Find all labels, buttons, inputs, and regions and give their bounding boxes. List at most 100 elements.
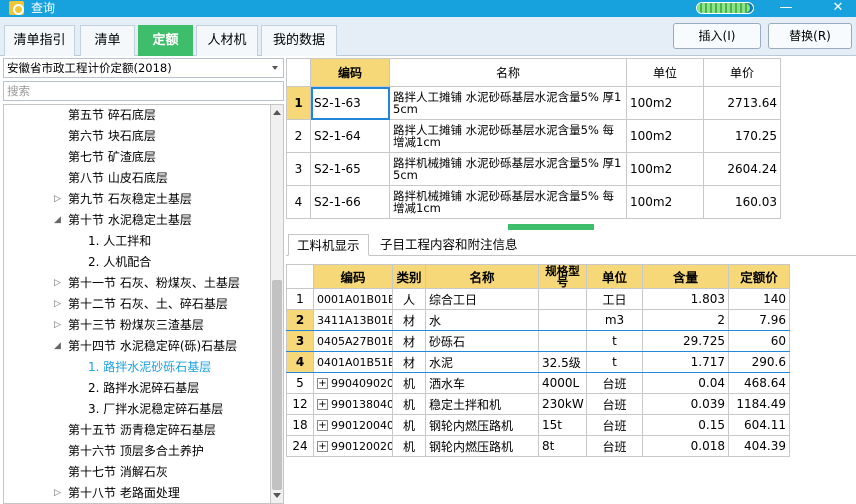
expand-arrow-icon[interactable]: ▷ [54, 315, 61, 336]
tree-item[interactable]: 第十五节 沥青稳定碎石基层 [68, 420, 216, 441]
material-code[interactable]: 0405A27B01BT [313, 330, 393, 352]
quota-code[interactable]: S2-1-66 [310, 185, 390, 219]
quota-price: 2713.64 [703, 86, 781, 120]
column-header-type[interactable]: 类别 [392, 264, 426, 289]
tree-item[interactable]: 第十一节 石灰、粉煤灰、土基层 [68, 273, 240, 294]
tab-list-guide[interactable]: 清单指引 [4, 25, 75, 56]
table-row[interactable]: 1 0001A01B01BC 人 综合工日 工日 1.803 140 [286, 288, 790, 310]
material-unit: 台班 [586, 393, 643, 415]
tree-item[interactable]: 第十八节 老路面处理 [68, 483, 180, 503]
material-code[interactable]: 990120020 [331, 440, 392, 453]
tree-item[interactable]: 第十二节 石灰、土、碎石基层 [68, 294, 228, 315]
tree-item[interactable]: 第十七节 消解石灰 [68, 462, 168, 483]
dropdown-value: 安徽省市政工程计价定额(2018) [7, 61, 172, 75]
tab-list[interactable]: 清单 [80, 25, 135, 56]
material-code[interactable]: 990120040 [331, 419, 392, 432]
material-price: 290.6 [728, 351, 790, 373]
table-row[interactable]: 24 +990120020 机 钢轮内燃压路机 8t 台班 0.018 404.… [286, 435, 790, 457]
tree-item[interactable]: 第六节 块石底层 [68, 126, 156, 147]
quota-price: 160.03 [703, 185, 781, 219]
tree-scrollbar[interactable] [270, 104, 284, 504]
table-row[interactable]: 2 S2-1-64 路拌人工摊铺 水泥砂砾基层水泥含量5% 每增减1cm 100… [286, 119, 781, 153]
row-number: 12 [286, 393, 314, 415]
column-header-name[interactable]: 名称 [425, 264, 539, 289]
column-header-unit[interactable]: 单位 [586, 264, 643, 289]
table-row[interactable]: 4 S2-1-66 路拌机械摊铺 水泥砂砾基层水泥含量5% 每增减1cm 100… [286, 185, 781, 219]
table-row[interactable]: 4 0401A01B51BT 材 水泥 32.5级 t 1.717 290.6 [286, 351, 790, 373]
quota-code[interactable]: S2-1-64 [310, 119, 390, 153]
expand-arrow-icon[interactable]: ▷ [54, 483, 61, 503]
tab-my-data[interactable]: 我的数据 [261, 25, 337, 56]
quota-code[interactable]: S2-1-63 [310, 86, 390, 120]
minimize-button[interactable]: — [776, 0, 796, 17]
table-row[interactable]: 18 +990120040 机 钢轮内燃压路机 15t 台班 0.15 604.… [286, 414, 790, 436]
scroll-up-icon[interactable] [273, 110, 281, 115]
expand-arrow-icon[interactable]: ▷ [54, 273, 61, 294]
tree-item[interactable]: 第十六节 顶层多合土养护 [68, 441, 204, 462]
close-button[interactable]: ✕ [828, 0, 848, 17]
app-icon [9, 1, 24, 15]
expand-plus-icon[interactable]: + [317, 378, 328, 389]
tab-work-content[interactable]: 子目工程内容和附注信息 [372, 234, 526, 256]
material-price: 7.96 [728, 309, 790, 331]
material-code[interactable]: 3411A13B01BV [313, 309, 393, 331]
collapse-arrow-icon[interactable]: ◢ [54, 210, 61, 231]
table-row[interactable]: 5 +990409020 机 洒水车 4000L 台班 0.04 468.64 [286, 372, 790, 394]
tree-item[interactable]: 第十节 水泥稳定土基层 [68, 210, 192, 231]
tree-item[interactable]: 第十三节 粉煤灰三渣基层 [68, 315, 204, 336]
material-price: 1184.49 [728, 393, 790, 415]
expand-arrow-icon[interactable]: ▷ [54, 294, 61, 315]
tree-item[interactable]: 第七节 矿渣底层 [68, 147, 156, 168]
tree-item[interactable]: 第九节 石灰稳定土基层 [68, 189, 192, 210]
tab-labor-material-machine[interactable]: 人材机 [196, 25, 258, 56]
tree-item[interactable]: 3. 厂拌水泥稳定碎石基层 [88, 399, 223, 420]
material-price: 404.39 [728, 435, 790, 457]
tree-item[interactable]: 第八节 山皮石底层 [68, 168, 168, 189]
search-input[interactable]: 搜索 [3, 81, 284, 101]
tree-item[interactable]: 1. 人工拌和 [88, 231, 151, 252]
tree-item[interactable]: 第十四节 水泥稳定碎(砾)石基层 [68, 336, 237, 357]
material-unit: m3 [586, 309, 643, 331]
column-header-spec[interactable]: 规格型号 [538, 264, 587, 289]
tree-item[interactable]: 第五节 碎石底层 [68, 105, 156, 126]
column-header-code[interactable]: 编码 [313, 264, 393, 289]
material-code[interactable]: 990409020 [331, 377, 392, 390]
splitter-handle[interactable] [508, 224, 594, 230]
quota-library-dropdown[interactable]: 安徽省市政工程计价定额(2018) [3, 58, 284, 78]
expand-plus-icon[interactable]: + [317, 441, 328, 452]
quota-code[interactable]: S2-1-65 [310, 152, 390, 186]
column-header-unit[interactable]: 单位 [626, 58, 704, 87]
material-qty: 0.15 [642, 414, 729, 436]
table-row[interactable]: 1 S2-1-63 路拌人工摊铺 水泥砂砾基层水泥含量5% 厚15cm 100m… [286, 86, 781, 120]
scroll-down-icon[interactable] [273, 493, 281, 498]
material-code[interactable]: 0401A01B51BT [313, 351, 393, 373]
tab-material-display[interactable]: 工料机显示 [288, 234, 369, 256]
column-header-qty[interactable]: 含量 [642, 264, 729, 289]
tree-item-selected[interactable]: 1. 路拌水泥砂砾石基层 [88, 357, 211, 378]
collapse-arrow-icon[interactable]: ◢ [54, 336, 61, 357]
tree-item[interactable]: 2. 路拌水泥碎石基层 [88, 378, 199, 399]
table-corner [286, 264, 314, 289]
tree-item[interactable]: 2. 人机配合 [88, 252, 151, 273]
row-number: 4 [286, 185, 311, 219]
scroll-thumb[interactable] [272, 280, 282, 490]
column-header-code[interactable]: 编码 [310, 58, 390, 87]
expand-plus-icon[interactable]: + [317, 399, 328, 410]
material-code[interactable]: 0001A01B01BC [313, 288, 393, 310]
replace-button[interactable]: 替换(R) [768, 23, 852, 49]
table-row[interactable]: 2 3411A13B01BV 材 水 m3 2 7.96 [286, 309, 790, 331]
material-qty: 0.039 [642, 393, 729, 415]
quota-unit: 100m2 [626, 185, 704, 219]
table-row[interactable]: 12 +990138040 机 稳定土拌和机 230kW 台班 0.039 11… [286, 393, 790, 415]
tab-quota[interactable]: 定额 [138, 25, 193, 56]
expand-plus-icon[interactable]: + [317, 420, 328, 431]
column-header-name[interactable]: 名称 [389, 58, 627, 87]
expand-arrow-icon[interactable]: ▷ [54, 189, 61, 210]
material-code[interactable]: 990138040 [331, 398, 392, 411]
column-header-price[interactable]: 单价 [703, 58, 781, 87]
table-row[interactable]: 3 0405A27B01BT 材 砂砾石 t 29.725 60 [286, 330, 790, 352]
material-price: 60 [728, 330, 790, 352]
table-row[interactable]: 3 S2-1-65 路拌机械摊铺 水泥砂砾基层水泥含量5% 厚15cm 100m… [286, 152, 781, 186]
column-header-price[interactable]: 定额价 [728, 264, 790, 289]
insert-button[interactable]: 插入(I) [673, 23, 761, 49]
